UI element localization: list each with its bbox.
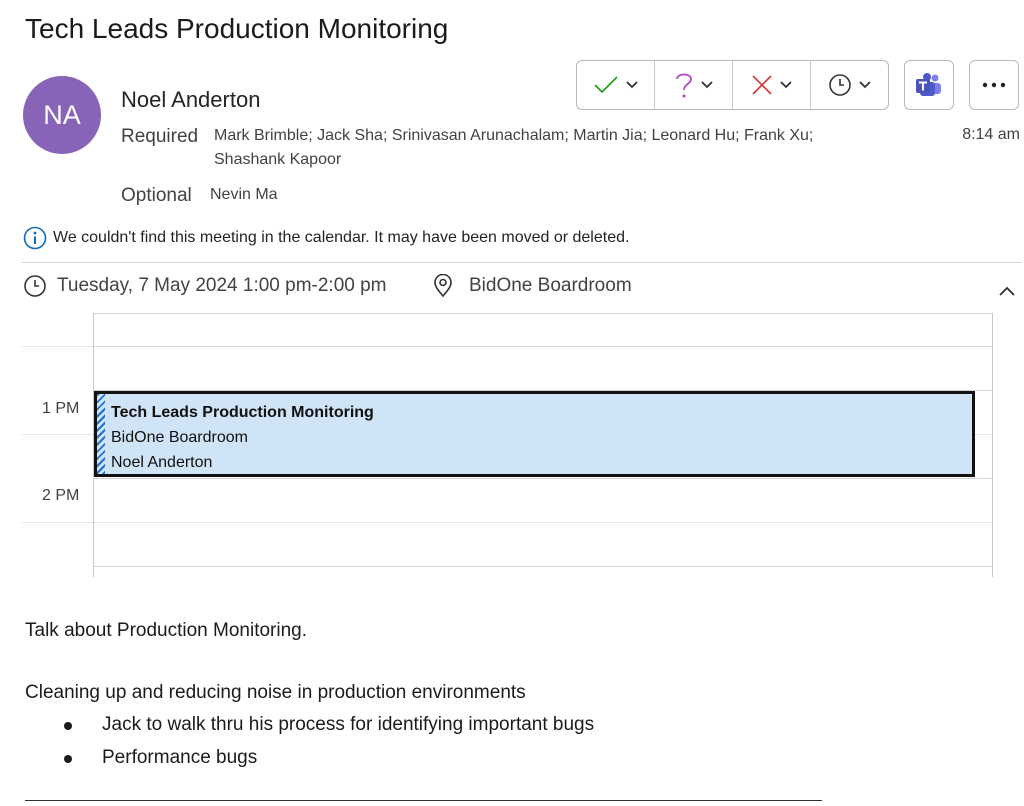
meeting-datetime: Tuesday, 7 May 2024 1:00 pm-2:00 pm: [23, 274, 387, 298]
bullet-dot: [64, 722, 72, 730]
required-attendees-line-2[interactable]: Shashank Kapoor: [214, 148, 341, 172]
list-item: Jack to walk thru his process for identi…: [64, 714, 594, 736]
ellipsis-icon: [982, 82, 1006, 88]
event-organizer: Noel Anderton: [111, 454, 213, 471]
avatar[interactable]: NA: [23, 76, 101, 154]
calendar-event[interactable]: Tech Leads Production Monitoring BidOne …: [94, 391, 975, 477]
list-item: Performance bugs: [64, 747, 257, 769]
chevron-down-icon: [779, 81, 792, 89]
clock-icon: [828, 74, 851, 96]
body-section-heading: Cleaning up and reducing noise in produc…: [25, 682, 526, 703]
decline-button[interactable]: [733, 61, 811, 109]
chevron-down-icon: [858, 81, 871, 89]
more-actions-button[interactable]: [969, 60, 1019, 110]
bullet-dot: [64, 755, 72, 763]
header-divider: [22, 262, 1022, 263]
tentative-button[interactable]: [655, 61, 733, 109]
location-pin-icon: [434, 274, 452, 298]
required-attendees-line-1[interactable]: Mark Brimble; Jack Sha; Srinivasan Aruna…: [214, 124, 813, 148]
required-label: Required: [121, 126, 199, 147]
teams-icon: [916, 73, 941, 96]
info-icon: [23, 226, 47, 250]
x-icon: [751, 75, 772, 95]
time-gutter-line: [22, 346, 93, 347]
notice-text: We couldn't find this meeting in the cal…: [53, 229, 630, 246]
accept-button[interactable]: [577, 61, 655, 109]
time-gutter-line: [22, 434, 93, 435]
optional-label: Optional: [121, 185, 192, 206]
event-location: BidOne Boardroom: [111, 429, 248, 446]
separator-line: [25, 800, 822, 801]
tentative-stripe: [97, 394, 105, 474]
chevron-down-icon: [700, 81, 713, 89]
propose-new-time-button[interactable]: [811, 61, 888, 109]
hour-label: 1 PM: [42, 400, 80, 417]
collapse-button[interactable]: [998, 284, 1016, 302]
rsvp-button-group: [576, 60, 889, 110]
event-title: Tech Leads Production Monitoring: [111, 404, 374, 421]
sender-name[interactable]: Noel Anderton: [121, 87, 260, 113]
hour-label: 2 PM: [42, 487, 80, 504]
list-item-text: Performance bugs: [102, 747, 258, 768]
meeting-not-found-notice: We couldn't find this meeting in the cal…: [23, 226, 629, 250]
meeting-datetime-text: Tuesday, 7 May 2024 1:00 pm-2:00 pm: [57, 275, 387, 296]
optional-attendees[interactable]: Nevin Ma: [210, 183, 278, 207]
teams-button[interactable]: [904, 60, 954, 110]
time-gutter-line: [22, 522, 93, 523]
list-item-text: Jack to walk thru his process for identi…: [102, 714, 595, 735]
received-time: 8:14 am: [962, 126, 1020, 143]
clock-icon: [24, 275, 46, 297]
meeting-location[interactable]: BidOne Boardroom: [433, 274, 632, 298]
question-mark-icon: [675, 73, 692, 98]
chevron-up-icon: [999, 286, 1015, 296]
checkmark-icon: [593, 76, 618, 94]
body-intro: Talk about Production Monitoring.: [25, 620, 307, 641]
chevron-down-icon: [625, 81, 638, 89]
meeting-subject: Tech Leads Production Monitoring: [25, 13, 449, 44]
meeting-location-text: BidOne Boardroom: [469, 275, 632, 296]
